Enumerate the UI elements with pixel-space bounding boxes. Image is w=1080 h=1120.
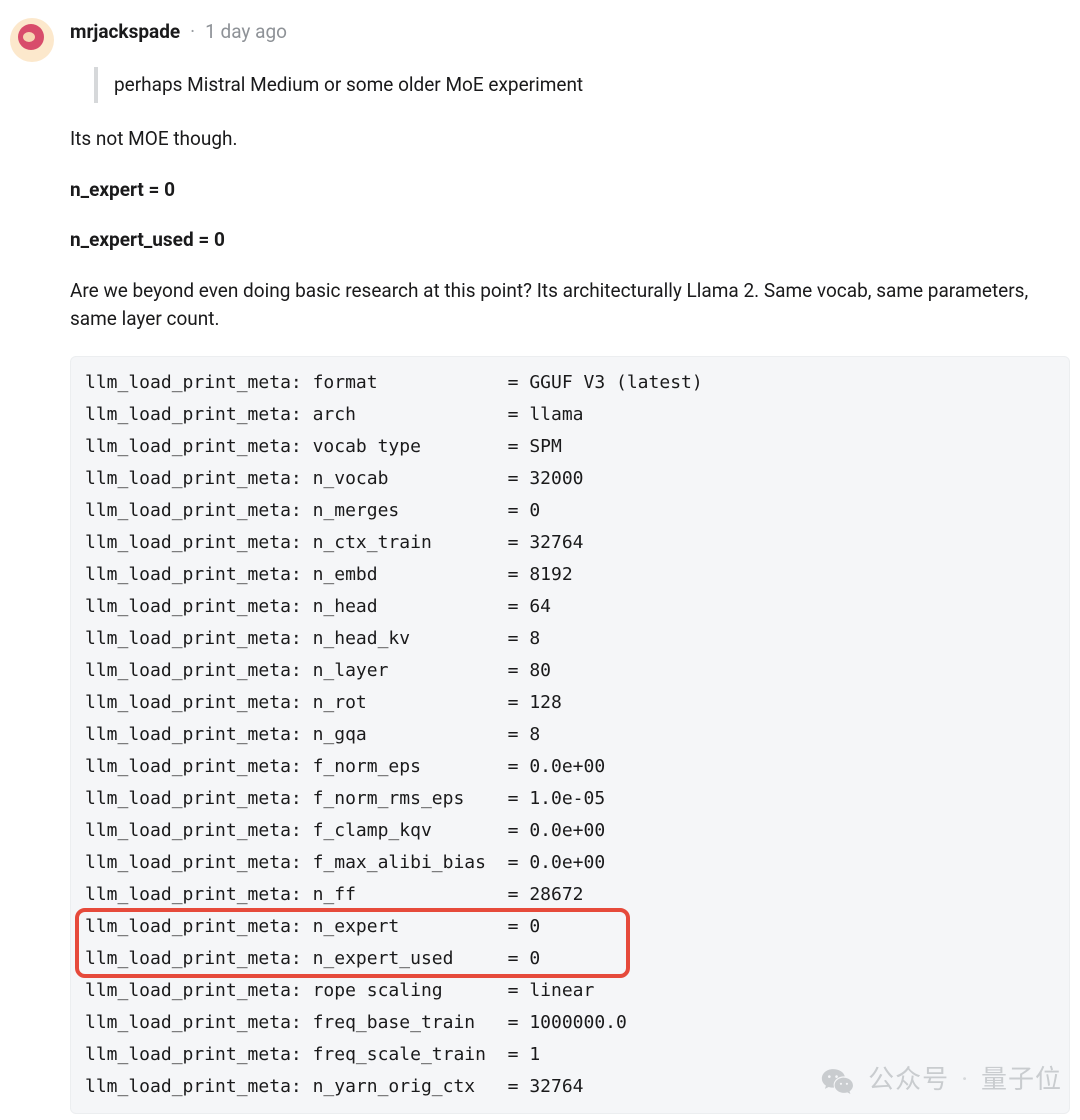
- wechat-icon: [820, 1063, 856, 1099]
- code-line: llm_load_print_meta: n_vocab = 32000: [85, 463, 1055, 495]
- code-line: llm_load_print_meta: n_head_kv = 8: [85, 623, 1055, 655]
- code-line: llm_load_print_meta: n_gqa = 8: [85, 719, 1055, 751]
- blockquote: perhaps Mistral Medium or some older MoE…: [94, 67, 1070, 104]
- code-line: llm_load_print_meta: freq_base_train = 1…: [85, 1007, 1055, 1039]
- code-line: llm_load_print_meta: format = GGUF V3 (l…: [85, 367, 1055, 399]
- quote-text: perhaps Mistral Medium or some older MoE…: [114, 73, 583, 96]
- code-block: llm_load_print_meta: format = GGUF V3 (l…: [70, 356, 1070, 1115]
- comment-bold-line: n_expert = 0: [70, 176, 1070, 205]
- code-line: llm_load_print_meta: n_ff = 28672: [85, 879, 1055, 911]
- code-line: llm_load_print_meta: f_max_alibi_bias = …: [85, 847, 1055, 879]
- separator-dot: ·: [190, 18, 195, 47]
- comment-paragraph: Are we beyond even doing basic research …: [70, 277, 1070, 334]
- comment-paragraph: Its not MOE though.: [70, 125, 1070, 154]
- watermark: 公众号 · 量子位: [820, 1061, 1062, 1100]
- code-line: llm_load_print_meta: f_norm_eps = 0.0e+0…: [85, 751, 1055, 783]
- code-line: llm_load_print_meta: n_layer = 80: [85, 655, 1055, 687]
- code-line: llm_load_print_meta: arch = llama: [85, 399, 1055, 431]
- code-line: llm_load_print_meta: n_expert_used = 0: [85, 943, 1055, 975]
- code-line: llm_load_print_meta: rope scaling = line…: [85, 975, 1055, 1007]
- code-line: llm_load_print_meta: n_embd = 8192: [85, 559, 1055, 591]
- code-line: llm_load_print_meta: n_expert = 0: [85, 911, 1055, 943]
- code-line: llm_load_print_meta: f_clamp_kqv = 0.0e+…: [85, 815, 1055, 847]
- code-line: llm_load_print_meta: f_norm_rms_eps = 1.…: [85, 783, 1055, 815]
- code-line: llm_load_print_meta: n_merges = 0: [85, 495, 1055, 527]
- comment-bold-line: n_expert_used = 0: [70, 226, 1070, 255]
- watermark-right-text: 量子位: [981, 1061, 1062, 1100]
- code-line: llm_load_print_meta: n_head = 64: [85, 591, 1055, 623]
- avatar[interactable]: [10, 18, 54, 62]
- code-line: llm_load_print_meta: n_ctx_train = 32764: [85, 527, 1055, 559]
- username[interactable]: mrjackspade: [70, 18, 180, 47]
- code-line: llm_load_print_meta: vocab type = SPM: [85, 431, 1055, 463]
- watermark-left-text: 公众号: [868, 1061, 949, 1100]
- timestamp: 1 day ago: [205, 18, 287, 47]
- watermark-separator: ·: [961, 1061, 969, 1100]
- code-line: llm_load_print_meta: n_rot = 128: [85, 687, 1055, 719]
